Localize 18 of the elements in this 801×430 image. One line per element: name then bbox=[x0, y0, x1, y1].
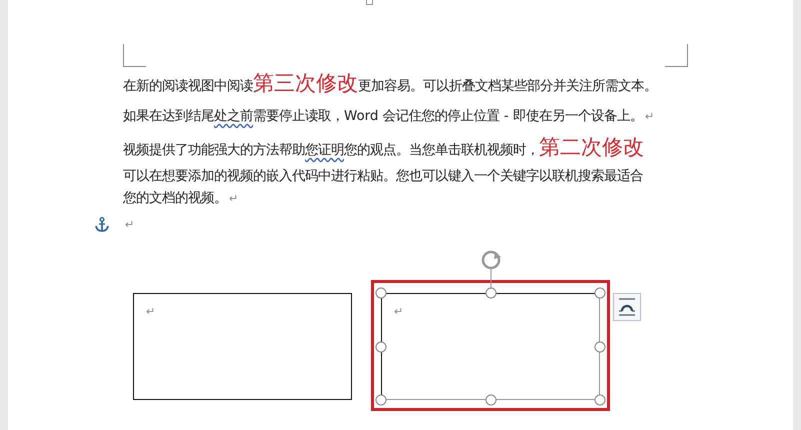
resize-handle[interactable] bbox=[485, 394, 496, 406]
paragraph: ↵ bbox=[123, 210, 793, 240]
resize-handle[interactable] bbox=[376, 394, 386, 406]
paragraph: 视频提供了功能强大的方法帮助您证明您的观点。当您单击联机视频时，第二次修改 可以在想要添加的视频的嵌入代码中进行粘贴。您也可以键入一个关键字以联机搜索最适合 您的文档的视频。↵ bbox=[123, 134, 645, 208]
resize-handle[interactable] bbox=[376, 288, 386, 298]
paragraph-mark: ↵ bbox=[146, 305, 156, 318]
crop-mark bbox=[665, 44, 688, 67]
paragraph-mark: ↵ bbox=[394, 305, 404, 318]
resize-handle[interactable] bbox=[594, 394, 606, 406]
anchor-icon bbox=[95, 217, 109, 233]
resize-handle[interactable] bbox=[376, 341, 386, 352]
layout-options-icon[interactable] bbox=[613, 293, 641, 321]
paragraph: 在新的阅读视图中阅读第三次修改更加容易。可以折叠文档某些部分并关注所需文本。 如果在达到结尾处之前需要停止读取，Word 会记住您的停止位置 - 即使在另一个设备上。↵ bbox=[123, 70, 658, 126]
resize-handle[interactable] bbox=[485, 288, 496, 298]
crop-mark bbox=[123, 44, 146, 67]
text-box[interactable]: ↵ bbox=[133, 293, 352, 400]
resize-handle[interactable] bbox=[594, 341, 606, 352]
resize-handle[interactable] bbox=[594, 288, 606, 298]
